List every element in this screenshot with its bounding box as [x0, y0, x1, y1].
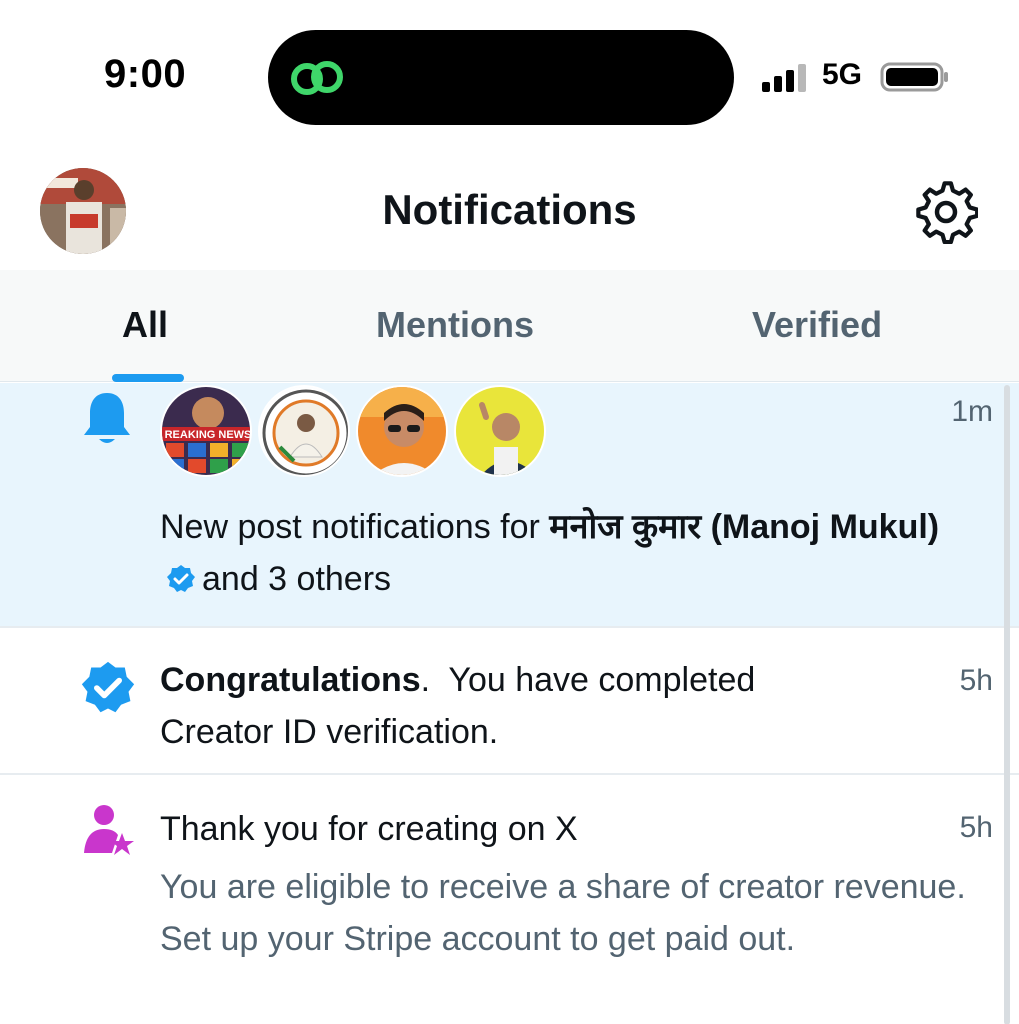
bell-icon [84, 393, 130, 443]
dynamic-island [268, 30, 734, 125]
network-type: 5G [822, 58, 863, 91]
notification-title: Congratulations [160, 661, 421, 699]
gear-icon[interactable] [914, 180, 978, 244]
tab-mentions[interactable]: Mentions [376, 304, 534, 346]
battery-icon [880, 62, 948, 92]
notification-title: Thank you for creating on X [160, 810, 578, 848]
notification-text: New post notifications for मनोज कुमार (M… [160, 501, 979, 605]
avatar-politician[interactable] [454, 385, 546, 477]
notification-content: Thank you for creating on X You are elig… [160, 803, 979, 965]
notification-creator-revenue[interactable]: 5h Thank you for creating on X You are e… [0, 775, 1019, 1024]
notification-tabs: All Mentions Verified [0, 270, 1019, 382]
notification-prefix: New post notifications for [160, 508, 550, 546]
notification-time: 1m [951, 395, 993, 428]
notification-verification[interactable]: 5h Congratulations. You have completed C… [0, 628, 1019, 775]
page-title: Notifications [382, 186, 637, 233]
avatar-caption: REAKING NEWS [165, 429, 252, 441]
verified-badge-icon [81, 661, 135, 713]
link-icon [291, 61, 343, 95]
avatar-breaking-news[interactable]: REAKING NEWS [160, 385, 252, 477]
creator-star-icon [84, 805, 134, 855]
active-tab-indicator [112, 374, 184, 382]
notification-time: 5h [959, 664, 993, 697]
scrollbar[interactable] [1004, 385, 1010, 1024]
tab-verified[interactable]: Verified [752, 304, 882, 346]
status-bar: 9:00 5G [0, 0, 1019, 140]
notification-message: You are eligible to receive a share of c… [160, 868, 966, 958]
notification-new-posts[interactable]: REAKING NEWS 1m New post notifications f… [0, 383, 1019, 628]
avatar-man-sunglasses[interactable] [356, 385, 448, 477]
notification-text: Congratulations. You have completed Crea… [160, 654, 869, 758]
app-header: Notifications [0, 150, 1019, 270]
verified-badge-icon [167, 565, 195, 592]
avatar-badge-logo[interactable] [258, 385, 350, 477]
notification-suffix: and 3 others [202, 560, 392, 598]
status-time: 9:00 [104, 52, 187, 96]
notification-user-name[interactable]: मनोज कुमार (Manoj Mukul) [549, 508, 939, 546]
tab-all[interactable]: All [122, 304, 168, 346]
signal-icon [762, 64, 806, 92]
